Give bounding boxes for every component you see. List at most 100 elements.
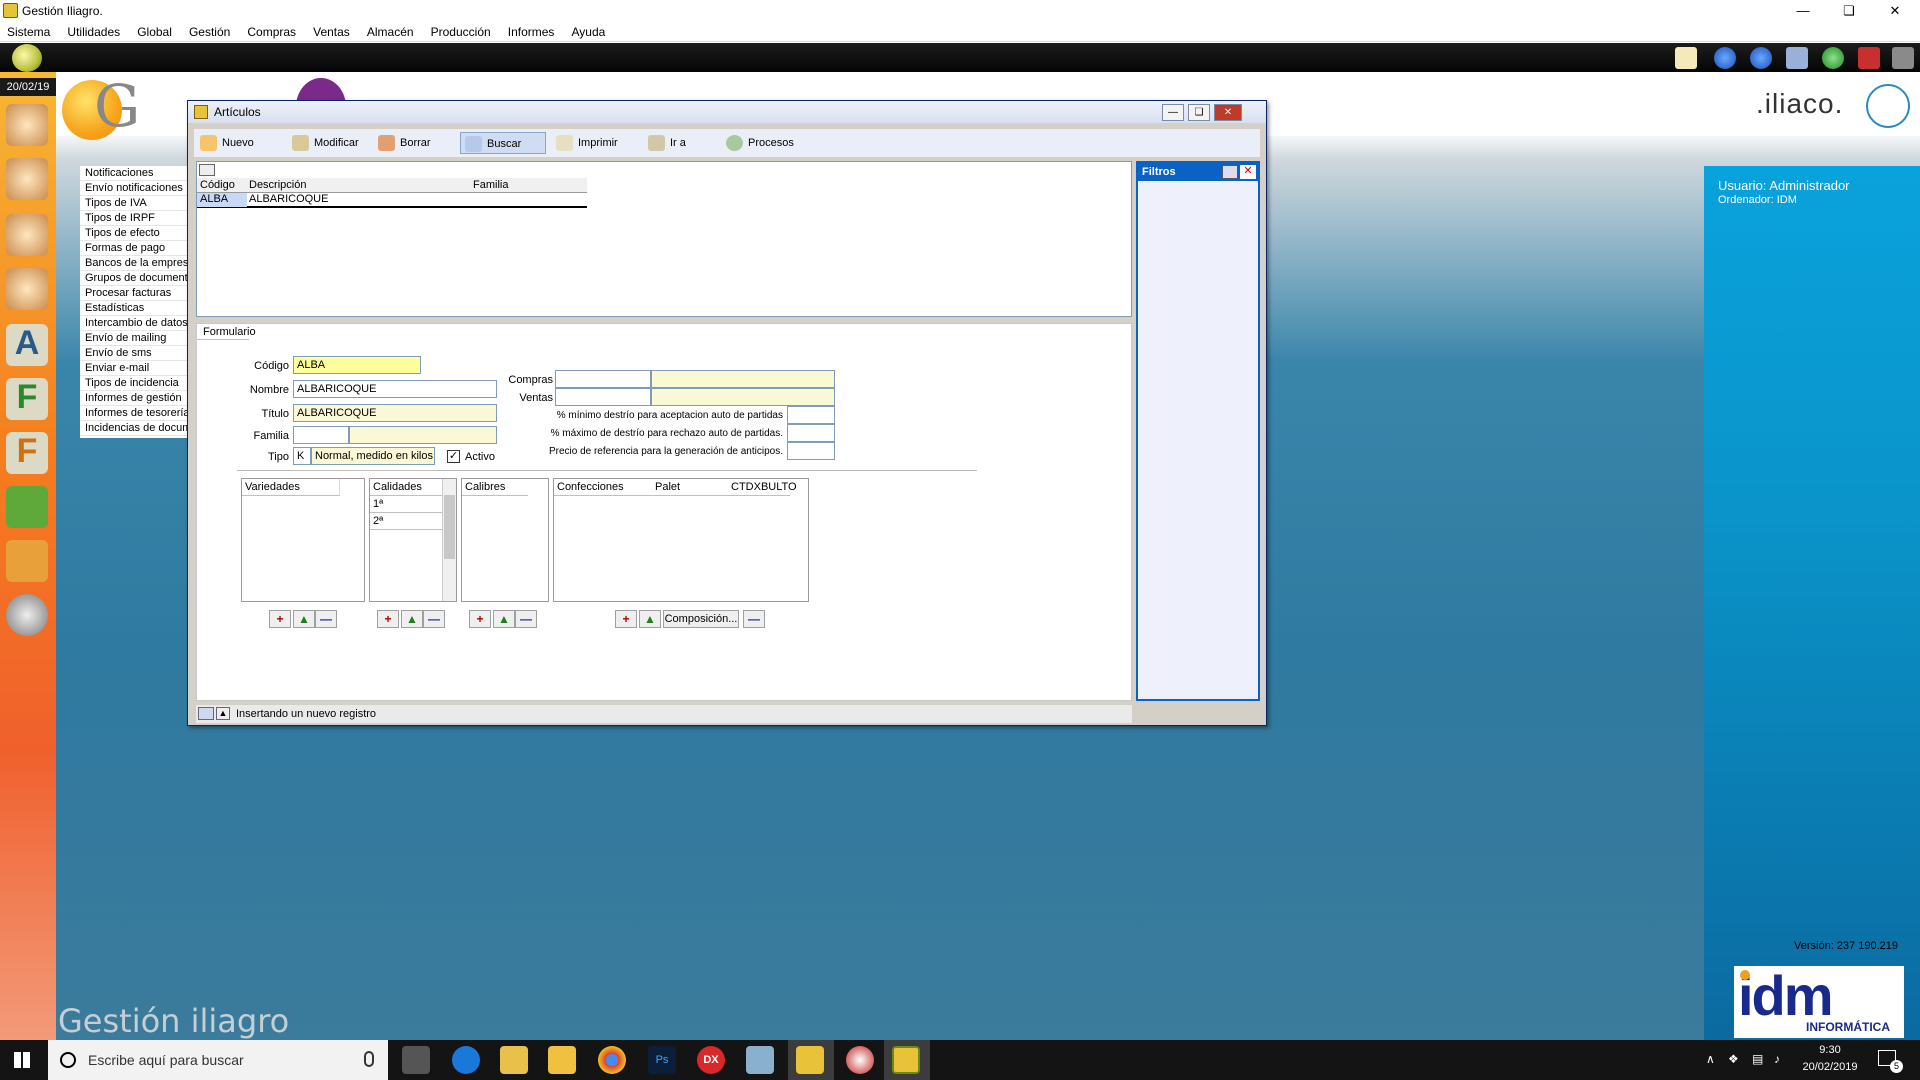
volume-icon[interactable]: ♪ — [1774, 1052, 1780, 1066]
scrollbar-thumb[interactable] — [444, 495, 455, 559]
codigo-field[interactable]: ALBA — [293, 356, 421, 374]
chevron-up-tray-icon[interactable]: ∧ — [1706, 1052, 1715, 1066]
menu-almacen[interactable]: Almacén — [367, 22, 414, 39]
menu-compras[interactable]: Compras — [247, 22, 296, 39]
col-descripcion[interactable]: Descripción — [249, 179, 306, 191]
up-calibre-button[interactable]: ▲ — [493, 610, 515, 628]
exit-icon[interactable] — [1892, 47, 1914, 69]
dialog-restore-icon[interactable]: ❏ — [1188, 104, 1210, 121]
filter-close-icon[interactable]: ✕ — [1240, 165, 1256, 179]
menu-produccion[interactable]: Producción — [431, 22, 491, 39]
col-codigo[interactable]: Código — [200, 179, 235, 191]
nav-item[interactable]: Incidencias de documentos — [80, 421, 188, 436]
agent-user-icon[interactable] — [6, 268, 48, 310]
users-icon[interactable] — [6, 104, 48, 146]
invoice-f-orange-icon[interactable]: F — [6, 432, 48, 474]
precio-ref-field[interactable] — [787, 442, 835, 460]
home-orb-icon[interactable] — [12, 44, 42, 72]
remove-calibre-button[interactable]: — — [515, 610, 537, 628]
dialog-titlebar[interactable]: Artículos — ❏ ✕ — [188, 101, 1266, 123]
nav-item[interactable]: Bancos de la empresa — [80, 256, 188, 271]
network-icon[interactable]: ▤ — [1752, 1052, 1763, 1066]
remove-calidad-button[interactable]: — — [423, 610, 445, 628]
mail-icon[interactable] — [1675, 47, 1697, 69]
modificar-button[interactable]: Modificar — [288, 132, 359, 154]
familia-code-field[interactable] — [293, 426, 349, 444]
menu-informes[interactable]: Informes — [508, 22, 555, 39]
edge-icon[interactable] — [452, 1046, 480, 1074]
table-row[interactable]: ALBA ALBARICOQUE — [197, 193, 587, 208]
calidades-scrollbar[interactable] — [442, 479, 456, 601]
notes-app-icon[interactable] — [746, 1046, 774, 1074]
invoice-f-green-icon[interactable]: F — [6, 378, 48, 420]
dialog-minimize-icon[interactable]: — — [1162, 104, 1184, 121]
nav-item[interactable]: Informes de tesorería — [80, 406, 188, 421]
help-icon[interactable] — [1822, 47, 1844, 69]
tipo-code-field[interactable]: K — [293, 447, 311, 465]
back-arrow-icon[interactable] — [1714, 47, 1736, 69]
up-confeccion-button[interactable]: ▲ — [639, 610, 661, 628]
windows-start-icon[interactable] — [14, 1052, 30, 1068]
borrar-button[interactable]: Borrar — [374, 132, 431, 154]
menu-gestion[interactable]: Gestión — [189, 22, 230, 39]
forward-arrow-icon[interactable] — [1750, 47, 1772, 69]
min-destrio-field[interactable] — [787, 406, 835, 424]
status-folder-icon[interactable] — [198, 707, 214, 720]
nav-item[interactable]: Notificaciones — [80, 166, 188, 181]
menu-sistema[interactable]: Sistema — [7, 22, 50, 39]
chrome-icon[interactable] — [598, 1046, 626, 1074]
nuevo-button[interactable]: Nuevo — [196, 132, 254, 154]
chevron-up-icon[interactable]: ▲ — [216, 707, 230, 720]
compras-code-field[interactable] — [555, 370, 651, 388]
clock-time[interactable]: 9:30 — [1790, 1044, 1870, 1056]
nav-item[interactable]: Enviar e-mail — [80, 361, 188, 376]
menu-utilidades[interactable]: Utilidades — [67, 22, 120, 39]
supplier-user-icon[interactable] — [6, 214, 48, 256]
procesos-button[interactable]: Procesos — [722, 132, 794, 154]
nav-item[interactable]: Procesar facturas — [80, 286, 188, 301]
menu-ayuda[interactable]: Ayuda — [571, 22, 605, 39]
windows-icon[interactable] — [1786, 47, 1808, 69]
dialog-close-icon[interactable]: ✕ — [1214, 104, 1242, 121]
minimize-icon[interactable]: — — [1780, 0, 1826, 22]
ventas-code-field[interactable] — [555, 388, 651, 406]
mail-app-icon[interactable] — [500, 1046, 528, 1074]
microphone-icon[interactable] — [364, 1051, 374, 1067]
ir-a-button[interactable]: Ir a — [644, 132, 686, 154]
nav-item[interactable]: Envío notificaciones — [80, 181, 188, 196]
remove-confeccion-button[interactable]: — — [743, 610, 765, 628]
articles-a-icon[interactable]: A — [6, 324, 48, 366]
close-window-icon[interactable] — [1858, 47, 1880, 69]
nav-item[interactable]: Grupos de documentos — [80, 271, 188, 286]
gestion-app-icon[interactable] — [892, 1046, 920, 1074]
file-explorer-icon[interactable] — [548, 1046, 576, 1074]
buscar-button[interactable]: Buscar — [460, 132, 546, 154]
list-item[interactable]: 1ª — [370, 496, 442, 513]
menu-global[interactable]: Global — [137, 22, 172, 39]
taskbar-search[interactable]: Escribe aquí para buscar — [48, 1040, 388, 1080]
clock-date[interactable]: 20/02/2019 — [1790, 1061, 1870, 1073]
add-confeccion-button[interactable]: + — [615, 610, 637, 628]
nav-item[interactable]: Tipos de IRPF — [80, 211, 188, 226]
nav-item[interactable]: Formas de pago — [80, 241, 188, 256]
col-familia[interactable]: Familia — [473, 179, 508, 191]
restore-icon[interactable]: ❏ — [1826, 0, 1872, 22]
nav-item[interactable]: Informes de gestión — [80, 391, 188, 406]
task-view-icon[interactable] — [402, 1046, 430, 1074]
up-calidad-button[interactable]: ▲ — [401, 610, 423, 628]
nav-item[interactable]: Intercambio de datos — [80, 316, 188, 331]
add-calidad-button[interactable]: + — [377, 610, 399, 628]
menu-ventas[interactable]: Ventas — [313, 22, 350, 39]
briefcase-icon[interactable] — [6, 540, 48, 582]
nav-item[interactable]: Envío de sms — [80, 346, 188, 361]
remove-variedad-button[interactable]: — — [315, 610, 337, 628]
add-calibre-button[interactable]: + — [469, 610, 491, 628]
nav-item[interactable]: Estadísticas — [80, 301, 188, 316]
nav-item[interactable]: Tipos de incidencia — [80, 376, 188, 391]
list-item[interactable]: 2ª — [370, 513, 442, 530]
nav-item[interactable]: Tipos de IVA — [80, 196, 188, 211]
shopping-bag-icon[interactable] — [6, 486, 48, 528]
photoshop-icon[interactable]: Ps — [648, 1046, 676, 1074]
dx-app-icon[interactable]: DX — [697, 1046, 725, 1074]
nav-item[interactable]: Tipos de efecto — [80, 226, 188, 241]
